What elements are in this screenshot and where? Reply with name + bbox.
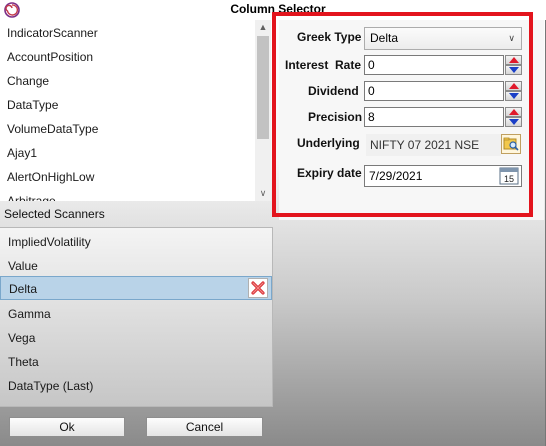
- list-item[interactable]: Ajay1: [0, 141, 254, 165]
- list-item-label: Delta: [9, 282, 38, 296]
- list-item[interactable]: AccountPosition: [0, 45, 254, 69]
- cancel-button[interactable]: Cancel: [146, 417, 263, 437]
- selected-scanners-label: Selected Scanners: [4, 207, 105, 221]
- list-item[interactable]: Change: [0, 69, 254, 93]
- list-item[interactable]: DataType: [0, 93, 254, 117]
- list-item-selected[interactable]: Delta: [0, 276, 272, 300]
- list-item[interactable]: ImpliedVolatility: [0, 230, 272, 254]
- ok-button[interactable]: Ok: [9, 417, 125, 437]
- scroll-down-arrow-icon[interactable]: ∨: [255, 186, 271, 200]
- list-item[interactable]: Theta: [0, 350, 272, 374]
- list-item[interactable]: IndicatorScanner: [0, 21, 254, 45]
- available-list-scrollbar[interactable]: ▲ ∨: [255, 20, 271, 201]
- list-item[interactable]: Gamma: [0, 302, 272, 326]
- scroll-up-arrow-icon[interactable]: ▲: [255, 20, 271, 34]
- remove-item-button[interactable]: [248, 278, 268, 298]
- selected-scanners-list[interactable]: ImpliedVolatility Value Delta Gamma Vega…: [0, 227, 273, 407]
- list-item[interactable]: AlertOnHighLow: [0, 165, 254, 189]
- available-scanners-list[interactable]: IndicatorScanner AccountPosition Change …: [0, 20, 271, 201]
- scrollbar-thumb[interactable]: [257, 36, 269, 139]
- list-item[interactable]: Arbitrage: [0, 189, 254, 201]
- list-item[interactable]: DataType (Last): [0, 374, 272, 398]
- list-item[interactable]: Value: [0, 254, 272, 278]
- close-icon: [251, 281, 265, 295]
- list-item[interactable]: VolumeDataType: [0, 117, 254, 141]
- annotation-highlight-box: [272, 12, 533, 217]
- column-selector-window: Column Selector IndicatorScanner Account…: [0, 0, 546, 446]
- list-item[interactable]: Vega: [0, 326, 272, 350]
